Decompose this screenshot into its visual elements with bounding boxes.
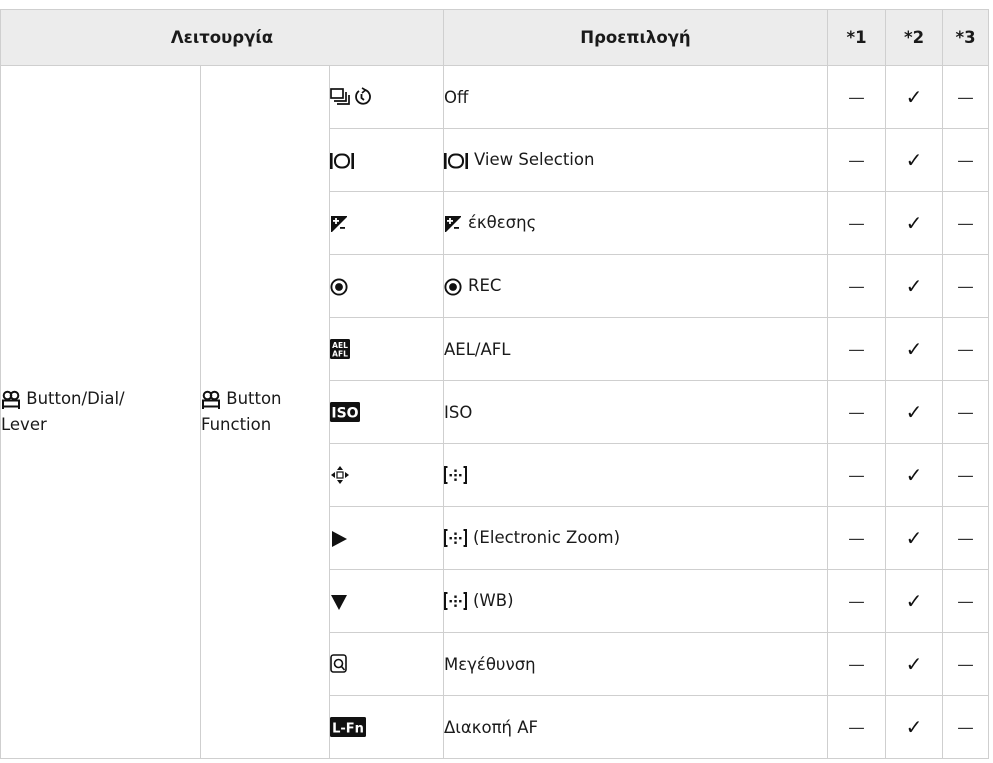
l-fn-icon: L-Fn bbox=[330, 717, 366, 738]
option-text: AEL/AFL bbox=[444, 339, 511, 359]
triangle-down-icon bbox=[330, 593, 348, 611]
dash-mark: — bbox=[942, 128, 989, 192]
check-mark: ✓ bbox=[885, 65, 943, 129]
option-text: έκθεσης bbox=[468, 213, 537, 233]
check-mark: ✓ bbox=[885, 191, 943, 255]
arrow-pad-icon bbox=[330, 465, 350, 485]
svg-text:L-Fn: L-Fn bbox=[332, 722, 364, 737]
dash-mark: — bbox=[942, 695, 989, 759]
option-text-cell: (WB) bbox=[443, 569, 828, 633]
option-text-cell: έκθεσης bbox=[443, 191, 828, 255]
af-target-icon bbox=[444, 465, 467, 485]
dash-mark: — bbox=[827, 695, 886, 759]
row-icon-cell bbox=[329, 254, 444, 318]
iso-icon: ISO bbox=[330, 402, 360, 423]
dash-mark: — bbox=[827, 65, 886, 129]
dash-mark: — bbox=[827, 380, 886, 444]
dash-mark: — bbox=[942, 317, 989, 381]
option-text: View Selection bbox=[474, 150, 595, 170]
dash-mark: — bbox=[827, 317, 886, 381]
option-text: Μεγέθυνση bbox=[444, 654, 536, 674]
dash-mark: — bbox=[942, 380, 989, 444]
ael-afl-icon: AEL AFL bbox=[330, 339, 350, 360]
dash-mark: — bbox=[827, 569, 886, 633]
dash-mark: — bbox=[942, 632, 989, 696]
drive-selftimer-icon bbox=[330, 86, 374, 108]
row-icon-cell bbox=[329, 506, 444, 570]
check-mark: ✓ bbox=[885, 443, 943, 507]
option-text-cell: ISO bbox=[443, 380, 828, 444]
dash-mark: — bbox=[827, 632, 886, 696]
check-mark: ✓ bbox=[885, 317, 943, 381]
dash-mark: — bbox=[827, 191, 886, 255]
col3-header: *3 bbox=[942, 9, 989, 66]
table-row: Button/Dial/Lever Button Function Off — ✓ — bbox=[0, 65, 989, 759]
function-header: Λειτουργία bbox=[0, 9, 444, 66]
dash-mark: — bbox=[942, 254, 989, 318]
dash-mark: — bbox=[827, 506, 886, 570]
dash-mark: — bbox=[827, 128, 886, 192]
check-mark: ✓ bbox=[885, 632, 943, 696]
option-text-cell: (Electronic Zoom) bbox=[443, 506, 828, 570]
rec-icon bbox=[330, 278, 348, 296]
check-mark: ✓ bbox=[885, 569, 943, 633]
category-cell: Button/Dial/Lever bbox=[0, 65, 201, 759]
dash-mark: — bbox=[942, 191, 989, 255]
af-target-icon bbox=[444, 528, 467, 548]
option-text: Off bbox=[444, 87, 469, 107]
check-mark: ✓ bbox=[885, 128, 943, 192]
option-text-cell: REC bbox=[443, 254, 828, 318]
option-text-cell: Διακοπή AF bbox=[443, 695, 828, 759]
row-icon-cell: L-Fn bbox=[329, 695, 444, 759]
row-icon-cell bbox=[329, 632, 444, 696]
dash-mark: — bbox=[827, 443, 886, 507]
subcategory-cell: Button Function bbox=[200, 65, 330, 759]
movie-icon bbox=[1, 390, 21, 410]
row-icon-cell: AEL AFL bbox=[329, 317, 444, 381]
view-selection-icon bbox=[330, 151, 354, 170]
rec-icon bbox=[444, 278, 462, 296]
col2-header: *2 bbox=[885, 9, 943, 66]
option-header: Προεπιλογή bbox=[443, 9, 828, 66]
check-mark: ✓ bbox=[885, 380, 943, 444]
check-mark: ✓ bbox=[885, 506, 943, 570]
row-icon-cell bbox=[329, 443, 444, 507]
af-target-icon bbox=[444, 591, 467, 611]
option-text: REC bbox=[468, 276, 502, 296]
option-text: (WB) bbox=[473, 590, 514, 610]
col1-header: *1 bbox=[827, 9, 886, 66]
dash-mark: — bbox=[827, 254, 886, 318]
settings-table: Λειτουργία Προεπιλογή *1 *2 *3 Button/Di… bbox=[0, 9, 989, 759]
option-text-cell: AEL/AFL bbox=[443, 317, 828, 381]
play-right-icon bbox=[330, 530, 348, 548]
option-text-cell: View Selection bbox=[443, 128, 828, 192]
row-icon-cell: ISO bbox=[329, 380, 444, 444]
row-icon-cell bbox=[329, 191, 444, 255]
row-icon-cell bbox=[329, 65, 444, 129]
dash-mark: — bbox=[942, 443, 989, 507]
exposure-compensation-icon bbox=[330, 215, 348, 233]
row-icon-cell bbox=[329, 128, 444, 192]
dash-mark: — bbox=[942, 506, 989, 570]
option-text: (Electronic Zoom) bbox=[473, 527, 621, 547]
exposure-compensation-icon bbox=[444, 215, 462, 233]
option-text: Διακοπή AF bbox=[444, 717, 538, 737]
option-text-cell bbox=[443, 443, 828, 507]
movie-icon bbox=[201, 390, 221, 410]
dash-mark: — bbox=[942, 569, 989, 633]
option-text: ISO bbox=[444, 402, 473, 422]
check-mark: ✓ bbox=[885, 695, 943, 759]
row-icon-cell bbox=[329, 569, 444, 633]
dash-mark: — bbox=[942, 65, 989, 129]
option-text-cell: Μεγέθυνση bbox=[443, 632, 828, 696]
check-mark: ✓ bbox=[885, 254, 943, 318]
option-text-cell: Off bbox=[443, 65, 828, 129]
magnify-icon bbox=[330, 654, 348, 674]
view-selection-icon bbox=[444, 151, 468, 170]
svg-text:ISO: ISO bbox=[331, 406, 358, 422]
svg-text:AFL: AFL bbox=[332, 350, 348, 359]
